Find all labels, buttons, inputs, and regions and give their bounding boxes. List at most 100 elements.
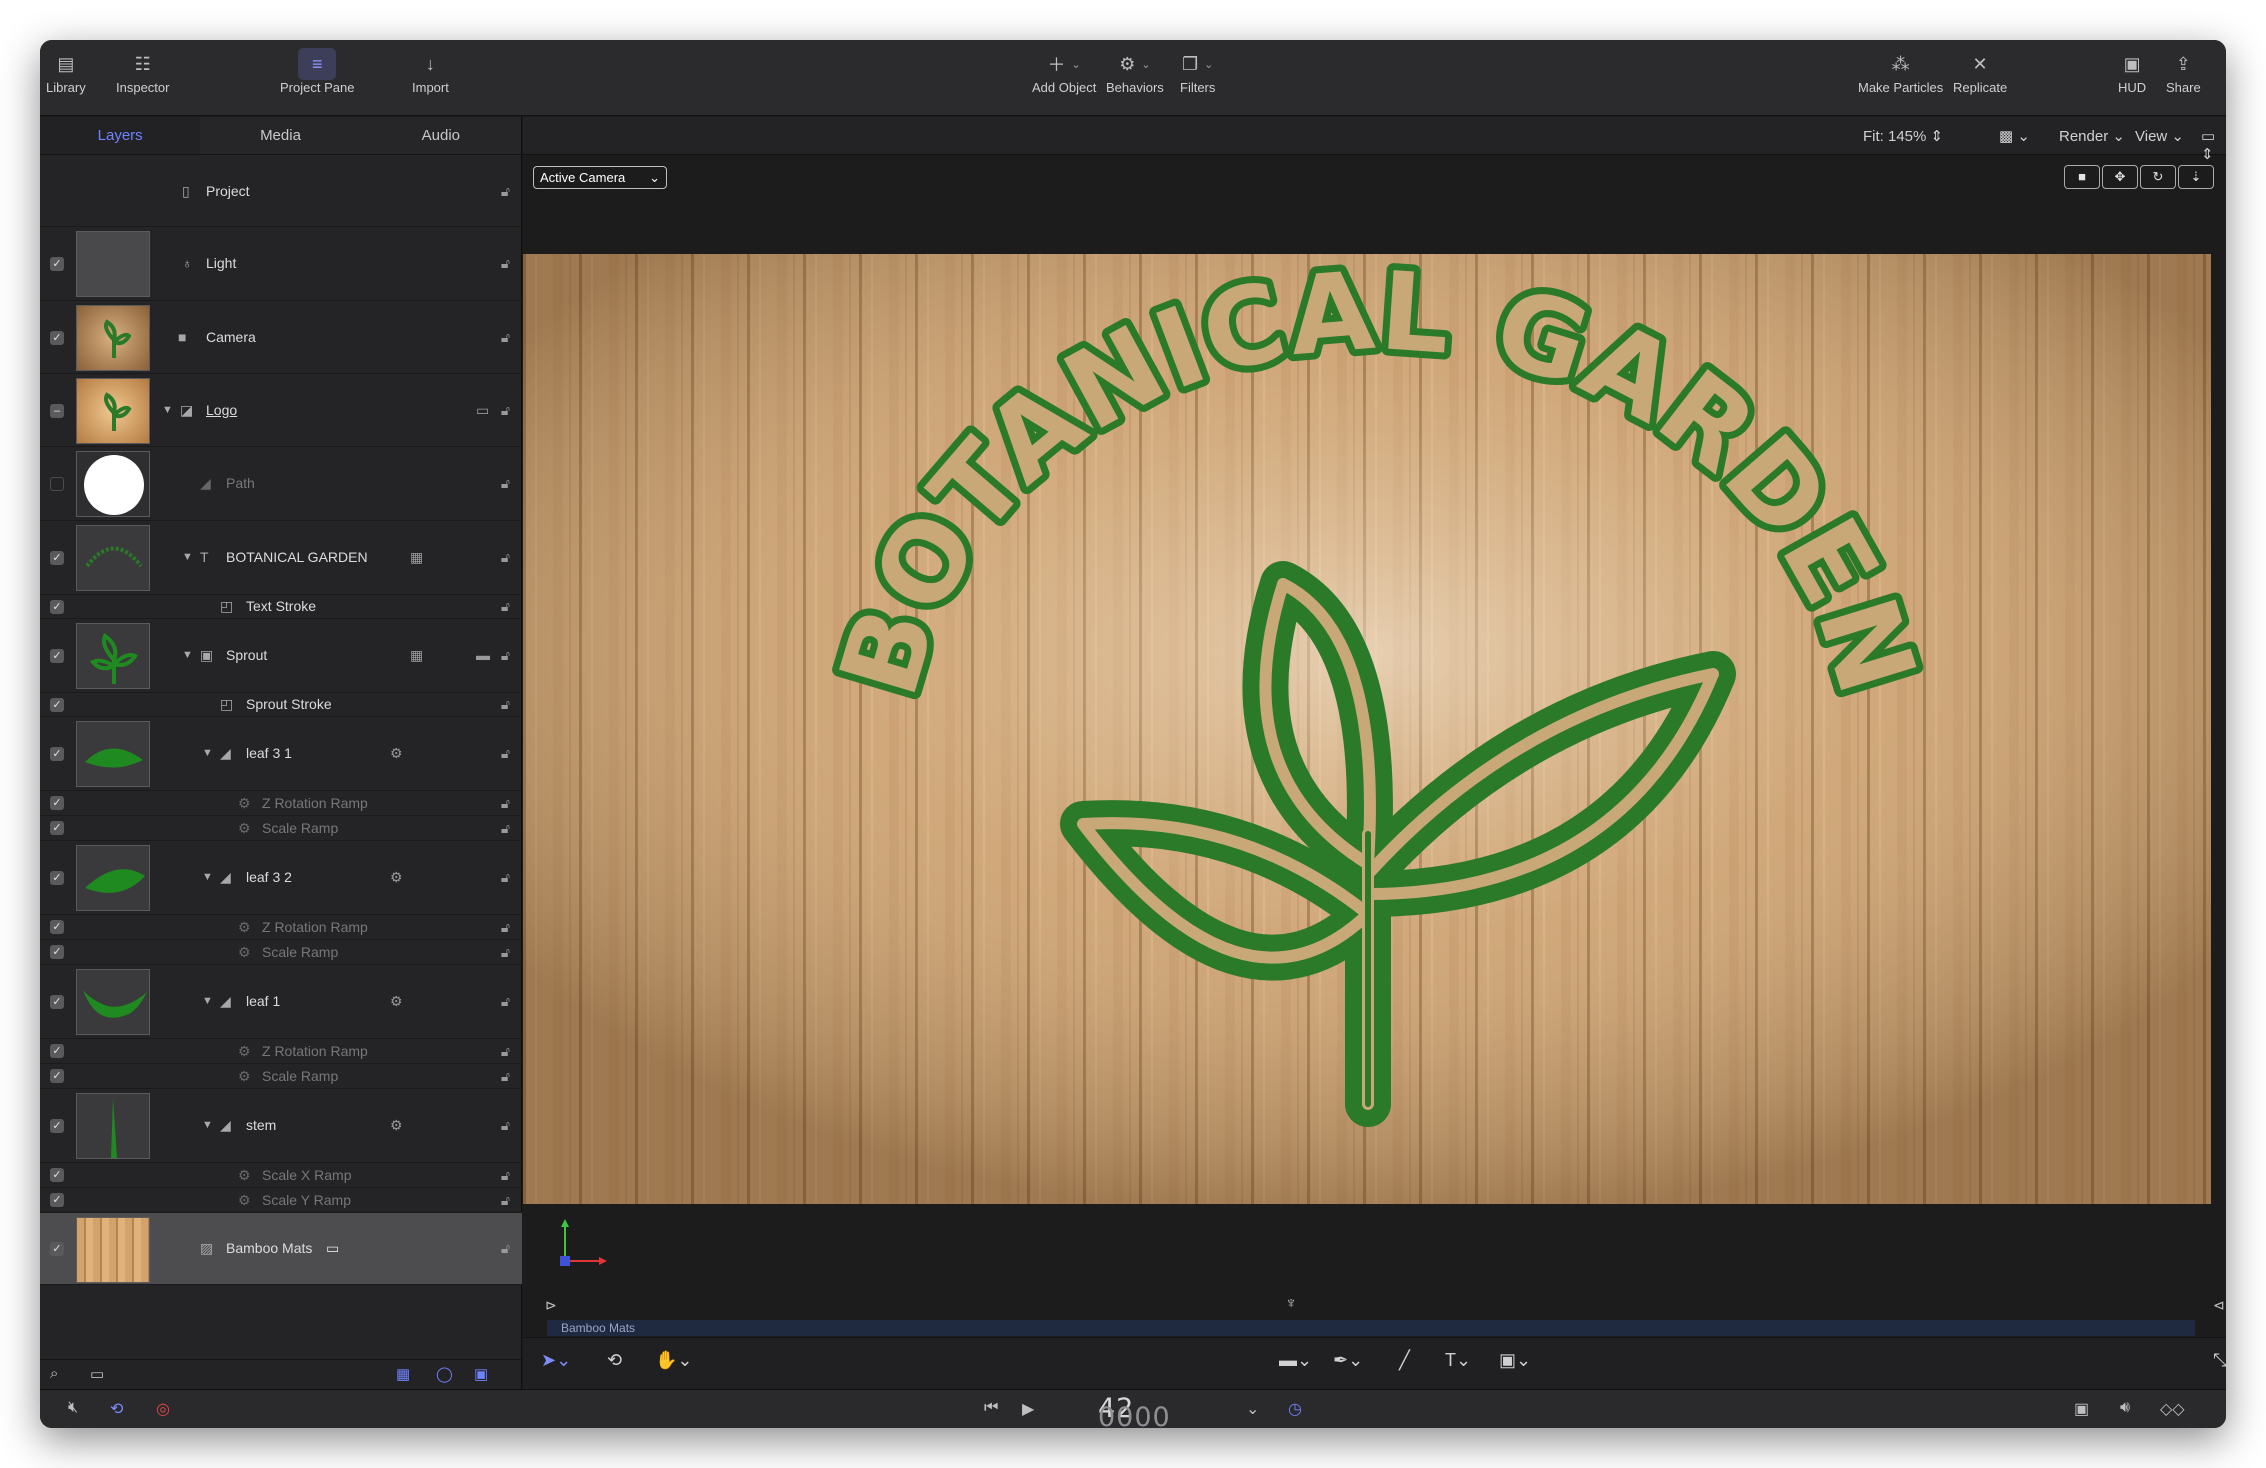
lock-icon[interactable]: 🔓︎	[501, 919, 510, 936]
record-icon[interactable]: ◎	[156, 1399, 170, 1419]
adjust-3d-icon[interactable]: ⟲	[607, 1350, 622, 1371]
orbit-icon[interactable]: ↻	[2140, 165, 2176, 189]
shape-tools-icon[interactable]: ▬⌄	[1279, 1350, 1312, 1371]
layer-row-bamboo-mats[interactable]: ✓ ▨ Bamboo Mats ▭ 🔓︎	[40, 1213, 522, 1285]
pen-tool-icon[interactable]: ✒⌄	[1333, 1350, 1363, 1371]
mask-tool-icon[interactable]: ▣⌄	[1499, 1350, 1531, 1371]
axis-gizmo[interactable]	[553, 1217, 613, 1277]
timecode-display[interactable]: 0000 42	[1098, 1393, 1170, 1428]
lock-icon[interactable]: 🔓︎	[501, 475, 510, 492]
thumbnail-toggle-icon[interactable]: ▦	[396, 1365, 410, 1383]
layer-checkbox[interactable]: ✓	[50, 649, 64, 663]
lock-icon[interactable]: 🔓︎	[501, 869, 510, 886]
text-tool-icon[interactable]: T⌄	[1445, 1350, 1471, 1371]
layer-checkbox[interactable]: ✓	[50, 1242, 64, 1256]
layer-row-scale-ramp[interactable]: ✓ ⚙ Scale Ramp 🔓︎	[40, 940, 522, 965]
layer-row-leaf-3-1[interactable]: ✓ ▼ ◢ leaf 3 1 ⚙ 🔓︎	[40, 717, 522, 791]
layer-row-sprout-stroke[interactable]: ✓ ◰ Sprout Stroke 🔓︎	[40, 693, 522, 717]
paint-stroke-icon[interactable]: ╱	[1399, 1350, 1410, 1371]
layer-row-z-rotation-ramp[interactable]: ✓ ⚙ Z Rotation Ramp 🔓︎	[40, 1039, 522, 1064]
mini-timeline[interactable]: ⊳ ♆ ⊲ Bamboo Mats	[523, 1295, 2226, 1337]
lock-icon[interactable]: 🔓︎	[501, 1192, 510, 1209]
disclosure-triangle-icon[interactable]: ▼	[182, 551, 193, 563]
layer-checkbox[interactable]: ✓	[50, 821, 64, 835]
lock-icon[interactable]: 🔓︎	[501, 795, 510, 812]
save-frame-icon[interactable]: ▣	[2074, 1399, 2089, 1419]
go-to-start-icon[interactable]: ⏮︎	[984, 1399, 998, 1417]
timecode-menu-chevron-icon[interactable]: ⌄	[1246, 1399, 1259, 1419]
disclosure-triangle-icon[interactable]: ▼	[202, 747, 213, 759]
audio-mute-icon[interactable]: 🔇︎	[68, 1399, 78, 1417]
layer-row-project[interactable]: ▯ Project 🔓︎	[40, 155, 522, 227]
lock-icon[interactable]: 🔓︎	[501, 598, 510, 615]
disclosure-triangle-icon[interactable]: ▼	[202, 995, 213, 1007]
layer-row-scale-x-ramp[interactable]: ✓ ⚙ Scale X Ramp 🔓︎	[40, 1163, 522, 1188]
dolly-icon[interactable]: ⇣	[2178, 165, 2214, 189]
layer-row-z-rotation-ramp[interactable]: ✓ ⚙ Z Rotation Ramp 🔓︎	[40, 915, 522, 940]
replicate-button[interactable]: ✕ Replicate	[1953, 48, 2007, 96]
lock-icon[interactable]: 🔓︎	[501, 255, 510, 272]
tab-audio[interactable]: Audio	[360, 117, 521, 154]
canvas-stage[interactable]: BOTANICAL GARDEN	[523, 254, 2211, 1204]
layer-row-scale-ramp[interactable]: ✓ ⚙ Scale Ramp 🔓︎	[40, 1064, 522, 1089]
layer-row-botanical-garden[interactable]: ✓ ▼ T BOTANICAL GARDEN ▦ 🔓︎	[40, 521, 522, 595]
fullscreen-icon[interactable]: ⤡	[2213, 1350, 2226, 1371]
layer-checkbox[interactable]: ✓	[50, 600, 64, 614]
lock-icon[interactable]: 🔓︎	[501, 329, 510, 346]
volume-icon[interactable]: 🔊︎	[2120, 1399, 2130, 1417]
layer-row-leaf-3-2[interactable]: ✓ ▼ ◢ leaf 3 2 ⚙ 🔓︎	[40, 841, 522, 915]
layer-row-text-stroke[interactable]: ✓ ◰ Text Stroke 🔓︎	[40, 595, 522, 619]
add-object-button[interactable]: ＋ ⌄ Add Object	[1032, 48, 1096, 95]
layer-checkbox[interactable]: ✓	[50, 871, 64, 885]
layer-row-scale-y-ramp[interactable]: ✓ ⚙ Scale Y Ramp 🔓︎	[40, 1188, 522, 1213]
layer-checkbox[interactable]: –	[50, 404, 64, 418]
keyframes-icon[interactable]: ◇◇	[2160, 1399, 2185, 1419]
layer-checkbox[interactable]: ✓	[50, 1193, 64, 1207]
layer-row-scale-ramp[interactable]: ✓ ⚙ Scale Ramp 🔓︎	[40, 816, 522, 841]
playhead-icon[interactable]: ♆	[1285, 1295, 1297, 1313]
disclosure-triangle-icon[interactable]: ▼	[182, 649, 193, 661]
layer-checkbox[interactable]: ✓	[50, 257, 64, 271]
lock-icon[interactable]: 🔓︎	[501, 1240, 510, 1257]
library-button[interactable]: ▤ Library	[46, 48, 86, 96]
inspector-button[interactable]: ☷ Inspector	[116, 48, 169, 96]
zoom-fit-popup[interactable]: Fit: 145% ⇕	[1863, 127, 1943, 145]
filters-toggle-icon[interactable]: ▣	[474, 1365, 488, 1383]
camera-video-icon[interactable]: ■	[2064, 165, 2100, 189]
pan-icon[interactable]: ✥	[2102, 165, 2138, 189]
disclosure-triangle-icon[interactable]: ▼	[162, 404, 173, 416]
lock-icon[interactable]: 🔓︎	[501, 1167, 510, 1184]
mask-toggle-icon[interactable]: ◯	[436, 1365, 453, 1383]
lock-icon[interactable]: 🔓︎	[501, 647, 510, 664]
layer-row-logo[interactable]: – ▼ ◪ Logo ▭ 🔓︎	[40, 374, 522, 447]
behaviors-button[interactable]: ⚙ ⌄ Behaviors	[1106, 48, 1164, 96]
layer-row-path[interactable]: ◢ Path 🔓︎	[40, 447, 522, 521]
lock-icon[interactable]: 🔓︎	[501, 1068, 510, 1085]
layer-checkbox[interactable]: ✓	[50, 796, 64, 810]
in-point-icon[interactable]: ⊳	[545, 1297, 557, 1314]
lock-icon[interactable]: 🔓︎	[501, 549, 510, 566]
lock-icon[interactable]: 🔓︎	[501, 183, 510, 200]
disclosure-triangle-icon[interactable]: ▼	[202, 871, 213, 883]
import-button[interactable]: ↓ Import	[412, 48, 449, 96]
layer-checkbox[interactable]: ✓	[50, 945, 64, 959]
view-popup[interactable]: View ⌄	[2135, 127, 2184, 145]
lock-icon[interactable]: 🔓︎	[501, 820, 510, 837]
layer-row-leaf-1[interactable]: ✓ ▼ ◢ leaf 1 ⚙ 🔓︎	[40, 965, 522, 1039]
active-camera-popup[interactable]: Active Camera ⌄	[533, 166, 667, 189]
layer-checkbox[interactable]: ✓	[50, 1119, 64, 1133]
channels-popup[interactable]: ▩ ⌄	[1999, 127, 2030, 145]
timeline-clip-bamboo-mats[interactable]: Bamboo Mats	[547, 1320, 2195, 1336]
layer-row-camera[interactable]: ✓ ■ Camera 🔓︎	[40, 301, 522, 374]
add-group-icon[interactable]: ▭	[90, 1365, 104, 1383]
render-popup[interactable]: Render ⌄	[2059, 127, 2125, 145]
lock-icon[interactable]: 🔓︎	[501, 1043, 510, 1060]
layer-checkbox[interactable]: ✓	[50, 331, 64, 345]
layer-checkbox[interactable]: ✓	[50, 995, 64, 1009]
filters-button[interactable]: ❐ ⌄ Filters	[1180, 48, 1215, 96]
lock-icon[interactable]: 🔓︎	[501, 745, 510, 762]
select-arrow-icon[interactable]: ➤⌄	[541, 1350, 571, 1371]
layer-checkbox[interactable]: ✓	[50, 1044, 64, 1058]
lock-icon[interactable]: 🔓︎	[501, 696, 510, 713]
layer-checkbox[interactable]: ✓	[50, 747, 64, 761]
